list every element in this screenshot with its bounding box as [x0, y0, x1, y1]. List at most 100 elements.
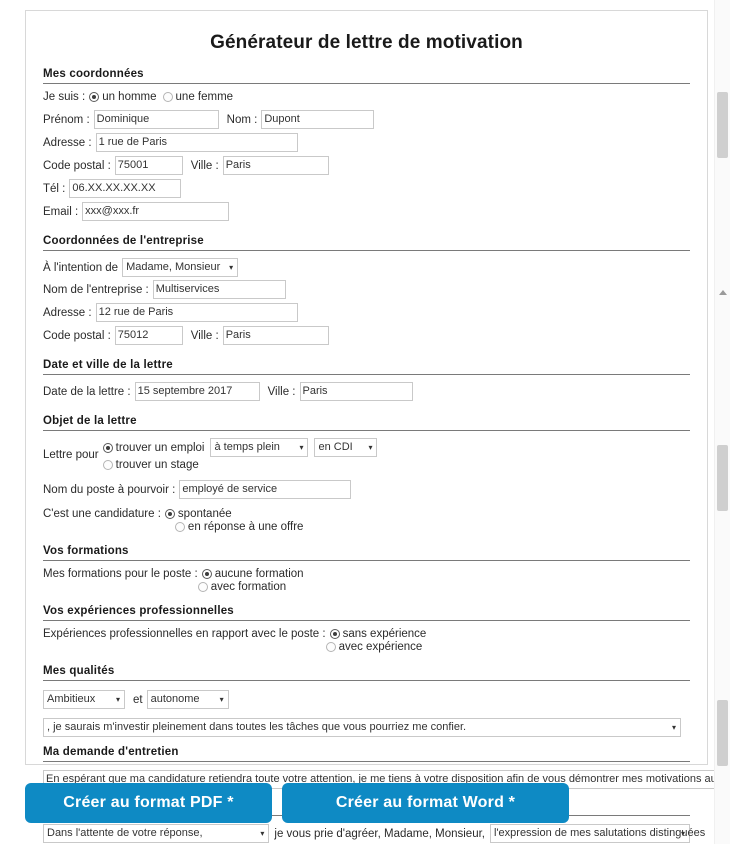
radio-trouver-stage-icon[interactable] — [102, 460, 113, 470]
radio-spontanee-icon[interactable] — [164, 509, 175, 519]
temps-travail-select-value: à temps plein — [214, 441, 280, 453]
row-prenom-nom: Prénom : Nom : — [43, 110, 690, 129]
tel-input[interactable] — [69, 179, 182, 198]
intention-label: À l'intention de — [43, 261, 119, 274]
radio-avec-formation-icon[interactable] — [197, 582, 208, 592]
row-adresse: Adresse : — [43, 133, 690, 152]
qualite2-select[interactable]: autonome ▾ — [146, 690, 229, 709]
adresse-input[interactable] — [95, 133, 298, 152]
radio-reponse-offre-label: en réponse à une offre — [187, 521, 304, 533]
radio-reponse-offre-icon[interactable] — [174, 522, 185, 532]
ville-label: Ville : — [190, 159, 219, 172]
radio-un-homme[interactable]: un homme — [89, 91, 157, 103]
qualite1-select[interactable]: Ambitieux ▾ — [43, 690, 125, 709]
create-pdf-button[interactable]: Créer au format PDF * — [25, 783, 272, 823]
row-date-lettre: Date de la lettre : Ville : — [43, 382, 690, 401]
nom-label: Nom : — [226, 113, 258, 126]
politesse-select-value: Dans l'attente de votre réponse, — [47, 827, 203, 839]
radio-aucune-formation-icon[interactable] — [201, 569, 212, 579]
section-heading-formations: Vos formations — [43, 545, 690, 561]
radio-trouver-emploi-label: trouver un emploi — [115, 441, 205, 454]
chevron-down-icon: ▾ — [260, 828, 265, 838]
politesse-middle-text: je vous prie d'agréer, Madame, Monsieur, — [274, 827, 485, 840]
prenom-label: Prénom : — [43, 113, 90, 126]
page-scrollbar-thumb[interactable] — [717, 445, 728, 511]
qualites-et-label: et — [133, 693, 143, 706]
radio-sans-experience-label: sans expérience — [342, 628, 427, 640]
row-intention: À l'intention de Madame, Monsieur ▾ — [43, 258, 690, 277]
code-postal-entreprise-label: Code postal : — [43, 329, 111, 342]
radio-aucune-formation[interactable]: aucune formation — [201, 568, 304, 580]
row-experiences: Expériences professionnelles en rapport … — [43, 628, 690, 654]
row-gender: Je suis : un homme une femme — [43, 91, 690, 103]
chevron-down-icon: ▾ — [115, 694, 120, 704]
adresse-entreprise-input[interactable] — [95, 303, 298, 322]
code-postal-entreprise-input[interactable] — [114, 326, 183, 345]
radio-trouver-stage-label: trouver un stage — [115, 459, 199, 471]
formations-label: Mes formations pour le poste : — [43, 568, 198, 580]
form-panel-inner: Générateur de lettre de motivation Mes c… — [26, 32, 730, 844]
radio-une-femme[interactable]: une femme — [162, 91, 234, 103]
radio-trouver-stage[interactable]: trouver un stage — [102, 459, 372, 471]
nom-entreprise-input[interactable] — [152, 280, 286, 299]
page-root: Générateur de lettre de motivation Mes c… — [0, 0, 730, 844]
adresse-entreprise-label: Adresse : — [43, 306, 92, 319]
temps-travail-select[interactable]: à temps plein ▾ — [210, 438, 309, 457]
intention-select[interactable]: Madame, Monsieur ▾ — [122, 258, 239, 277]
row-nom-entreprise: Nom de l'entreprise : — [43, 280, 690, 299]
radio-sans-experience-icon[interactable] — [329, 629, 340, 639]
radio-avec-experience[interactable]: avec expérience — [325, 641, 427, 653]
chevron-down-icon: ▾ — [680, 828, 685, 838]
radio-avec-formation[interactable]: avec formation — [197, 581, 304, 593]
ville-entreprise-label: Ville : — [190, 329, 219, 342]
qualite1-select-value: Ambitieux — [47, 693, 96, 705]
nom-input[interactable] — [261, 110, 375, 129]
type-contrat-select[interactable]: en CDI ▾ — [314, 438, 378, 457]
politesse-select[interactable]: Dans l'attente de votre réponse, ▾ — [43, 824, 270, 843]
date-lettre-input[interactable] — [134, 382, 260, 401]
radio-avec-formation-label: avec formation — [210, 581, 287, 593]
row-formations: Mes formations pour le poste : aucune fo… — [43, 568, 690, 594]
qualite2-select-value: autonome — [150, 693, 200, 705]
page-scrollbar-thumb[interactable] — [717, 92, 728, 158]
prenom-input[interactable] — [93, 110, 219, 129]
section-heading-qualites: Mes qualités — [43, 665, 690, 681]
scroll-down-arrow-icon[interactable] — [719, 290, 727, 295]
code-postal-input[interactable] — [114, 156, 183, 175]
ville-input[interactable] — [222, 156, 329, 175]
ville-lettre-input[interactable] — [299, 382, 413, 401]
page-scrollbar[interactable] — [714, 0, 730, 844]
radio-aucune-formation-label: aucune formation — [214, 568, 304, 580]
date-lettre-label: Date de la lettre : — [43, 385, 131, 398]
radio-trouver-emploi[interactable]: trouver un emploi — [102, 441, 205, 454]
experiences-label: Expériences professionnelles en rapport … — [43, 628, 326, 640]
phrase-qualites-select-value: , je saurais m'investir pleinement dans … — [47, 721, 467, 733]
lettre-pour-label: Lettre pour — [43, 448, 99, 461]
radio-avec-experience-icon[interactable] — [325, 642, 336, 652]
ville-entreprise-input[interactable] — [222, 326, 329, 345]
create-word-button[interactable]: Créer au format Word * — [282, 783, 569, 823]
form-panel: Générateur de lettre de motivation Mes c… — [25, 10, 730, 843]
chevron-down-icon: ▾ — [671, 722, 676, 732]
radio-spontanee-label: spontanée — [177, 508, 232, 520]
section-heading-date-ville: Date et ville de la lettre — [43, 359, 690, 375]
radio-un-homme-icon[interactable] — [89, 92, 100, 102]
radio-une-femme-label: une femme — [175, 91, 234, 103]
salutation-select[interactable]: l'expression de mes salutations distingu… — [490, 824, 705, 843]
radio-sans-experience[interactable]: sans expérience — [329, 628, 427, 640]
radio-reponse-offre[interactable]: en réponse à une offre — [174, 521, 304, 533]
section-heading-entretien: Ma demande d'entretien — [43, 746, 690, 762]
type-contrat-select-value: en CDI — [318, 441, 353, 453]
radio-spontanee[interactable]: spontanée — [164, 508, 304, 520]
radio-trouver-emploi-icon[interactable] — [102, 442, 113, 453]
email-input[interactable] — [82, 202, 230, 221]
poste-label: Nom du poste à pourvoir : — [43, 483, 176, 496]
page-scrollbar-thumb[interactable] — [717, 700, 728, 766]
tel-label: Tél : — [43, 182, 66, 195]
poste-input[interactable] — [179, 480, 352, 499]
row-adresse-entreprise: Adresse : — [43, 303, 690, 322]
phrase-qualites-select[interactable]: , je saurais m'investir pleinement dans … — [43, 718, 681, 737]
row-candidature: C'est une candidature : spontanée en rép… — [43, 508, 690, 534]
radio-une-femme-icon[interactable] — [162, 92, 173, 102]
nom-entreprise-label: Nom de l'entreprise : — [43, 283, 149, 296]
